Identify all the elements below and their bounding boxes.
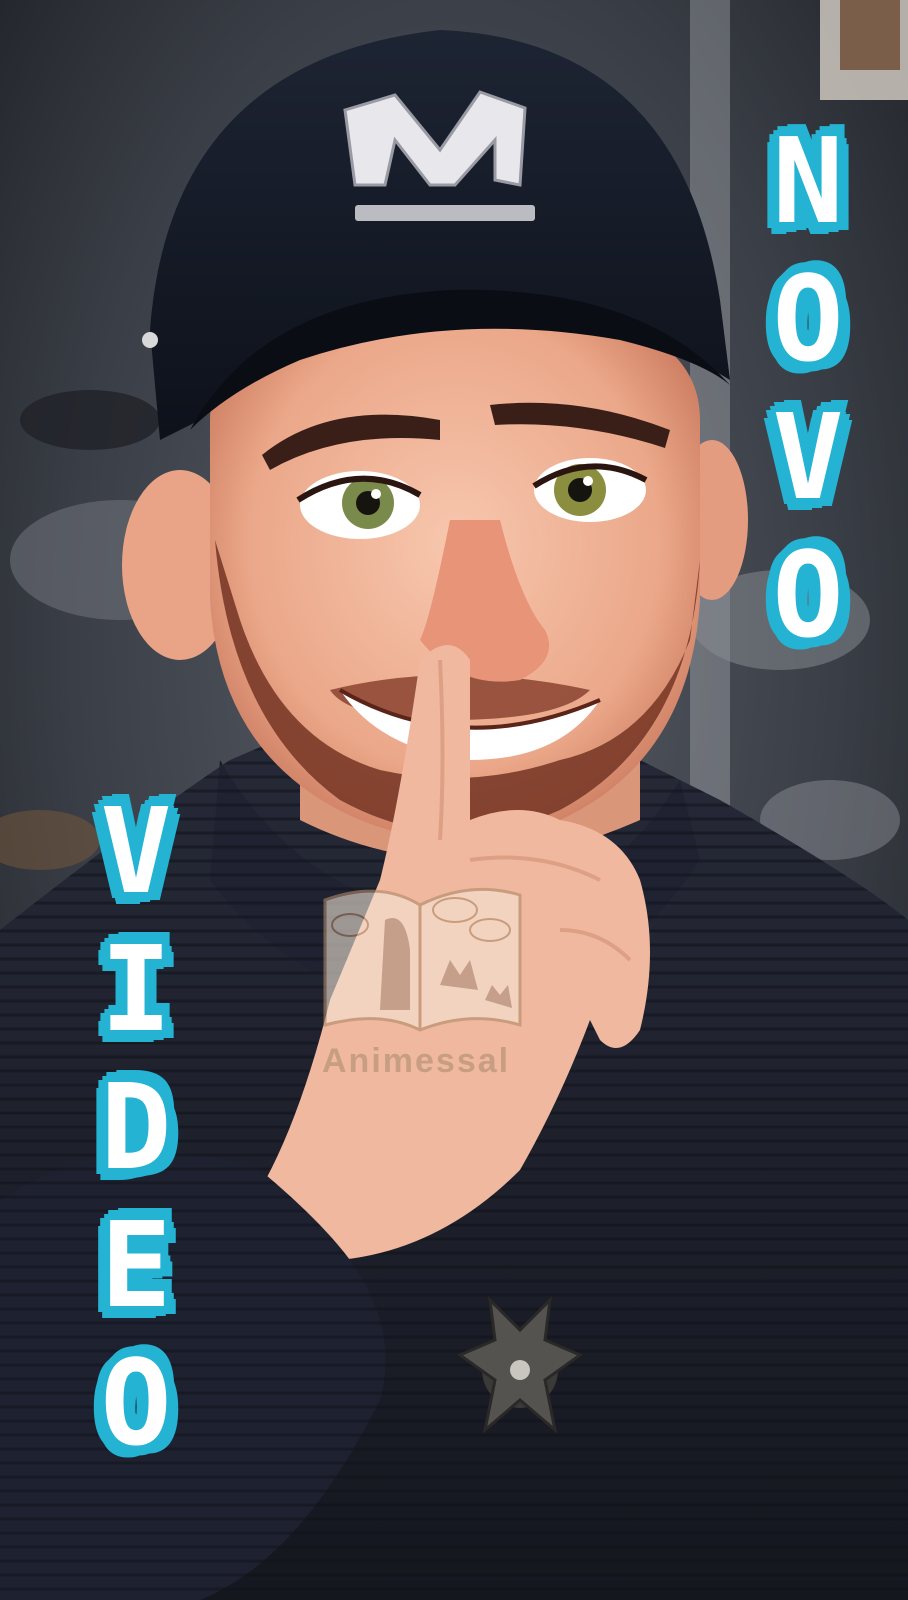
video-letter: D (100, 1058, 172, 1196)
video-letter: O (100, 1334, 172, 1472)
video-letter: V (100, 782, 172, 920)
novo-letter: V (772, 388, 844, 526)
video-overlay-text: V I D E O (76, 782, 196, 1472)
video-letter: I (100, 920, 172, 1058)
novo-letter: N (772, 112, 844, 250)
novo-letter: O (772, 526, 844, 664)
novo-letter: O (772, 250, 844, 388)
thumbnail-image: Animessal N O V O V I D E O (0, 0, 908, 1600)
comic-book-icon (323, 887, 522, 1032)
watermark-text: Animessal (322, 1042, 511, 1080)
video-letter: E (100, 1196, 172, 1334)
novo-overlay-text: N O V O (748, 112, 868, 664)
